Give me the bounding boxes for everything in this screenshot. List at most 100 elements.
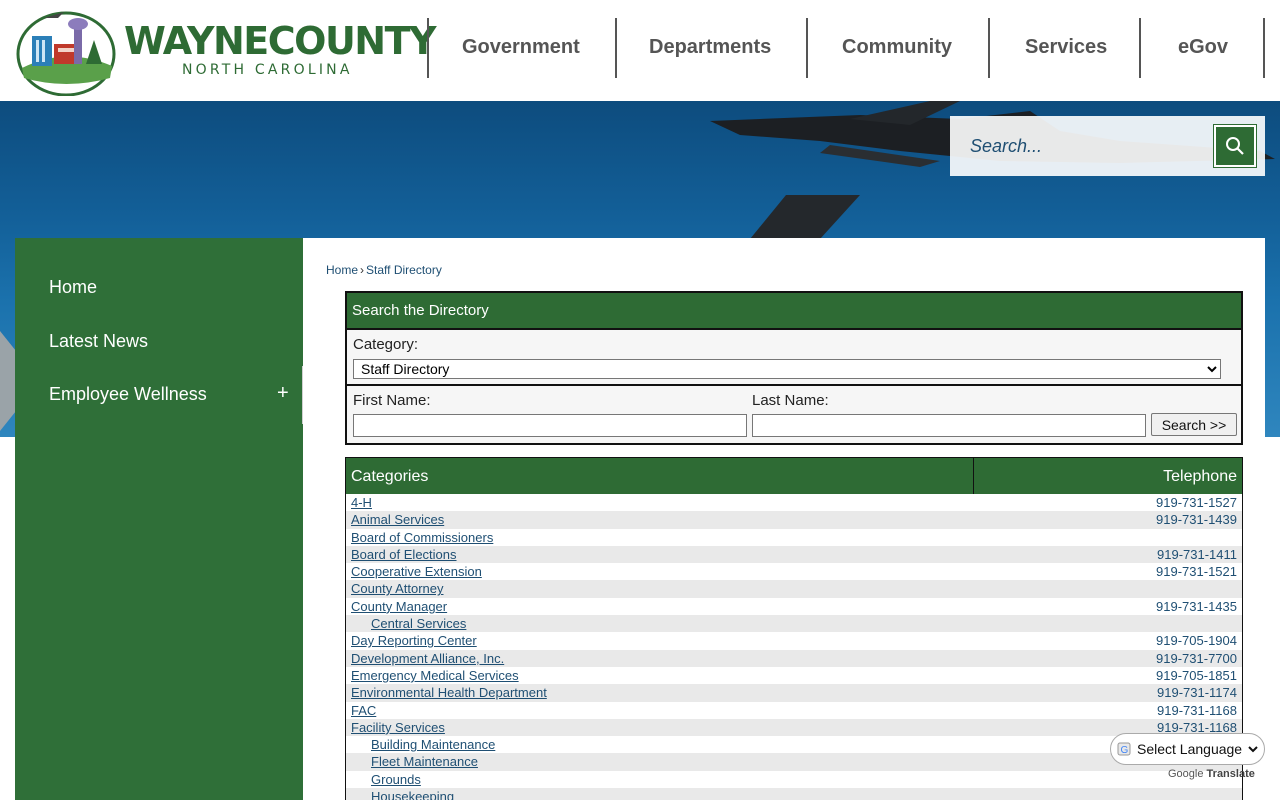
category-link[interactable]: Cooperative Extension (351, 563, 482, 580)
table-row: Building Maintenance (346, 736, 1242, 753)
telephone-header: Telephone (1163, 468, 1237, 485)
nav-divider (1139, 18, 1141, 78)
directory-search-title: Search the Directory (347, 293, 1241, 328)
categories-table: Categories Telephone 4-H 919-731-1527 Anim… (345, 457, 1243, 800)
nav-egov[interactable]: eGov (1178, 36, 1228, 59)
category-link[interactable]: County Manager (351, 598, 447, 615)
table-row: Development Alliance, Inc. 919-731-7700 (346, 649, 1242, 667)
category-link[interactable]: Emergency Medical Services (351, 667, 519, 684)
category-link[interactable]: Housekeeping (371, 788, 454, 800)
telephone-value: 919-731-1439 (1156, 512, 1237, 528)
nav-government[interactable]: Government (462, 36, 580, 59)
nav-divider (615, 18, 617, 78)
telephone-value: 919-731-1411 (1157, 546, 1237, 562)
category-link[interactable]: FAC (351, 702, 376, 719)
table-row: Central Services (346, 615, 1242, 633)
nav-divider (988, 18, 990, 78)
telephone-value: 919-731-1521 (1156, 564, 1237, 580)
svg-text:G: G (1121, 745, 1129, 756)
table-row: County Attorney (346, 580, 1242, 598)
sidebar-item-latest-news[interactable]: Latest News (49, 331, 148, 352)
translate-label: Translate (1206, 768, 1255, 780)
table-row: Board of Elections 919-731-1411 (346, 545, 1242, 564)
breadcrumb-separator: › (360, 263, 365, 277)
breadcrumb-home[interactable]: Home (326, 263, 358, 277)
table-row: Housekeeping (346, 788, 1242, 800)
category-link[interactable]: Board of Commissioners (351, 529, 493, 546)
jet-tail-image (750, 195, 860, 239)
telephone-value: 919-731-1168 (1157, 702, 1237, 718)
telephone-value: 919-731-1174 (1157, 685, 1237, 701)
google-g-icon: G (1117, 742, 1131, 756)
nav-divider (427, 18, 429, 78)
categories-header: Categories (351, 468, 429, 485)
nav-community[interactable]: Community (842, 36, 952, 59)
table-row: Day Reporting Center 919-705-1904 (346, 632, 1242, 649)
powered-by-google[interactable]: Google Translate (1168, 768, 1255, 780)
category-row: Category: Staff Directory (347, 328, 1241, 386)
table-row: Environmental Health Department 919-731-1… (346, 684, 1242, 702)
category-link[interactable]: Facility Services (351, 719, 445, 736)
telephone-value: 919-731-1435 (1156, 598, 1237, 614)
sidebar-item-employee-wellness[interactable]: Employee Wellness (49, 384, 207, 405)
name-search-row: First Name: Last Name: Search >> (347, 386, 1241, 443)
first-name-field[interactable] (353, 414, 747, 437)
first-name-label: First Name: (353, 392, 431, 409)
breadcrumb: Home › Staff Directory (326, 263, 442, 277)
nav-departments[interactable]: Departments (649, 36, 771, 59)
logo-subtitle: NORTH CAROLINA (182, 62, 353, 78)
table-row: Board of Commissioners (346, 529, 1242, 546)
table-row: Animal Services 919-731-1439 (346, 511, 1242, 529)
telephone-value: 919-705-1851 (1156, 667, 1237, 683)
nav-divider (806, 18, 808, 78)
table-body: 4-H 919-731-1527 Animal Services 919-731-14… (346, 494, 1242, 800)
nav-services[interactable]: Services (1025, 36, 1107, 59)
search-button[interactable] (1213, 124, 1257, 168)
category-link[interactable]: Environmental Health Department (351, 684, 547, 701)
expand-icon[interactable]: + (277, 382, 289, 405)
site-header: WAYNECOUNTY NORTH CAROLINA Government De… (0, 0, 1280, 101)
table-row: Fleet Maintenance (346, 753, 1242, 771)
table-row: 4-H 919-731-1527 (346, 494, 1242, 511)
table-row: County Manager 919-731-1435 (346, 598, 1242, 615)
category-link[interactable]: County Attorney (351, 580, 444, 597)
table-row: Grounds (346, 771, 1242, 788)
table-row: FAC 919-731-1168 (346, 702, 1242, 719)
table-header: Categories Telephone (346, 458, 1242, 494)
sidebar: Home Latest News Employee Wellness + (15, 238, 304, 800)
category-link[interactable]: Building Maintenance (371, 736, 495, 753)
logo-text[interactable]: WAYNECOUNTY NORTH CAROLINA (124, 19, 437, 78)
search-icon (1226, 137, 1244, 155)
header-divider (973, 458, 974, 494)
telephone-value: 919-731-7700 (1156, 650, 1237, 666)
language-selector[interactable]: G Select Language (1110, 733, 1265, 765)
category-link[interactable]: Animal Services (351, 511, 444, 528)
directory-search-button[interactable]: Search >> (1151, 413, 1237, 436)
directory-search-panel: Search the Directory Category: Staff Dir… (345, 291, 1243, 445)
logo-emblem-icon[interactable] (14, 6, 118, 96)
sidebar-item-home[interactable]: Home (49, 277, 97, 298)
last-name-field[interactable] (752, 414, 1146, 437)
breadcrumb-current[interactable]: Staff Directory (366, 263, 442, 277)
telephone-value: 919-705-1904 (1156, 633, 1237, 649)
main-content: Home › Staff Directory Search the Director… (303, 238, 1265, 800)
category-link[interactable]: Development Alliance, Inc. (351, 650, 504, 667)
search-input[interactable] (950, 116, 1212, 176)
category-select[interactable]: Staff Directory (353, 359, 1221, 379)
category-link[interactable]: Day Reporting Center (351, 632, 477, 649)
language-select[interactable]: Select Language (1133, 740, 1261, 758)
nav-divider (1263, 18, 1265, 78)
category-link[interactable]: Central Services (371, 615, 466, 632)
category-link[interactable]: Grounds (371, 771, 421, 788)
category-link[interactable]: Fleet Maintenance (371, 753, 478, 770)
category-label: Category: (353, 336, 419, 353)
table-row: Emergency Medical Services 919-705-1851 (346, 667, 1242, 684)
category-link[interactable]: 4-H (351, 494, 372, 511)
category-link[interactable]: Board of Elections (351, 546, 457, 563)
last-name-label: Last Name: (752, 392, 829, 409)
google-logo-text: Google (1168, 768, 1204, 780)
telephone-value: 919-731-1527 (1156, 495, 1237, 510)
table-row: Facility Services 919-731-1168 (346, 718, 1242, 737)
table-row: Cooperative Extension 919-731-1521 (346, 563, 1242, 580)
logo-name: WAYNECOUNTY (124, 19, 437, 63)
